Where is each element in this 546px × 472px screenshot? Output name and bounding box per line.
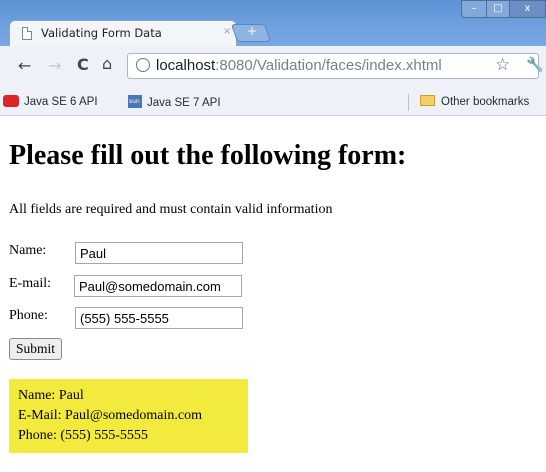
other-bookmarks[interactable]: Other bookmarks — [420, 95, 529, 108]
email-label: E-mail: — [9, 276, 51, 291]
phone-label: Phone: — [9, 308, 48, 323]
address-bar[interactable]: localhost:8080/Validation/faces/index.xh… — [127, 53, 543, 79]
wrench-icon[interactable]: 🔧 — [526, 57, 543, 73]
phone-row: Phone: — [9, 307, 269, 329]
submit-button[interactable]: Submit — [9, 338, 63, 360]
result-email: E-Mail: Paul@somedomain.com — [18, 408, 202, 423]
email-row: E-mail: — [9, 275, 269, 297]
bookmark-label: Java SE 6 API — [24, 96, 98, 108]
maximize-button[interactable]: □ — [486, 0, 510, 18]
bookmark-java-se-7[interactable]: Java SE 7 API — [128, 95, 221, 109]
folder-icon — [420, 95, 435, 106]
name-input[interactable] — [75, 242, 243, 264]
browser-toolbar: ← → C ⌂ localhost:8080/Validation/faces/… — [0, 46, 546, 90]
home-icon[interactable]: ⌂ — [102, 54, 112, 73]
phone-input[interactable] — [75, 307, 243, 329]
plus-icon[interactable]: + — [245, 24, 259, 38]
bookmark-label: Java SE 7 API — [147, 97, 221, 109]
browser-titlebar: Validating Form Data × + – □ x — [0, 0, 546, 46]
forward-arrow-icon[interactable]: → — [48, 56, 61, 75]
page-title: Please fill out the following form: — [9, 140, 407, 171]
instructions-text: All fields are required and must contain… — [9, 202, 333, 217]
bookmarks-divider — [408, 94, 409, 111]
url-path: :8080/Validation/faces/index.xhtml — [215, 57, 442, 74]
minimize-button[interactable]: – — [461, 0, 487, 18]
tab-close-icon[interactable]: × — [223, 26, 231, 37]
reload-icon[interactable]: C — [77, 55, 89, 74]
browser-tab[interactable]: Validating Form Data × — [9, 20, 237, 46]
url-text[interactable]: localhost:8080/Validation/faces/index.xh… — [156, 57, 442, 74]
globe-icon — [136, 58, 150, 72]
name-row: Name: — [9, 242, 269, 264]
tab-title: Validating Form Data — [41, 26, 162, 40]
sun-icon — [128, 95, 142, 108]
close-button[interactable]: x — [509, 0, 546, 18]
email-input[interactable] — [74, 275, 242, 297]
page-icon — [22, 27, 32, 40]
name-label: Name: — [9, 243, 47, 258]
result-panel: Name: Paul E-Mail: Paul@somedomain.com P… — [9, 379, 248, 453]
url-host: localhost — [156, 57, 216, 74]
window-controls: – □ x — [461, 0, 546, 20]
bookmarks-bar: Java SE 6 API Java SE 7 API Other bookma… — [0, 90, 546, 116]
bookmark-java-se-6[interactable]: Java SE 6 API — [3, 95, 98, 108]
back-arrow-icon[interactable]: ← — [18, 56, 31, 75]
result-name: Name: Paul — [18, 388, 84, 403]
star-icon[interactable]: ☆ — [495, 55, 510, 75]
other-bookmarks-label: Other bookmarks — [441, 96, 530, 108]
result-phone: Phone: (555) 555-5555 — [18, 428, 148, 443]
java-icon — [3, 95, 19, 107]
page-content: Please fill out the following form: All … — [0, 116, 546, 472]
